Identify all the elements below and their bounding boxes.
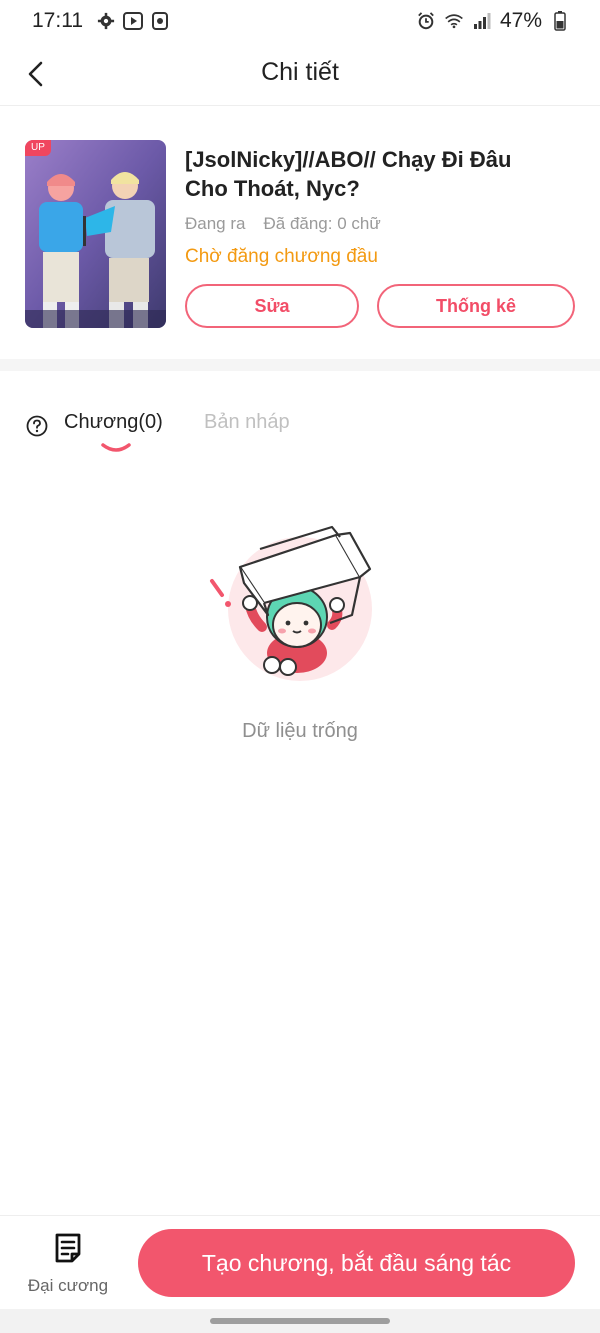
signal-icon — [472, 11, 492, 31]
home-indicator[interactable] — [210, 1318, 390, 1324]
book-info-card: UP [JsolNicky]//ABO// Chạy Đi Đâu Cho Th… — [0, 107, 600, 359]
book-status: Chờ đăng chương đầu — [185, 246, 378, 267]
section-divider — [0, 359, 600, 371]
book-title: [JsolNicky]//ABO// Chạy Đi Đâu Cho Thoát… — [185, 147, 512, 201]
edit-button[interactable]: Sửa — [185, 284, 359, 328]
tab-chapters[interactable]: Chương(0) — [64, 411, 163, 434]
bottom-action-bar: Đại cương Tạo chương, bắt đầu sáng tác — [0, 1215, 600, 1309]
book-detail-screen: 17:11 47% Chi tiết UP [JsolNicky]//ABO//… — [0, 0, 600, 1333]
stats-button[interactable]: Thống kê — [377, 284, 575, 328]
status-time: 17:11 — [32, 9, 83, 32]
outline-button[interactable]: Đại cương — [18, 1230, 118, 1300]
battery-icon — [550, 11, 570, 31]
status-right: 47% — [416, 9, 570, 33]
tab-active-indicator — [101, 443, 131, 452]
media-icon — [150, 11, 170, 31]
status-bar: 17:11 47% — [0, 0, 600, 42]
book-cover[interactable]: UP — [25, 140, 166, 328]
up-badge: UP — [25, 140, 51, 156]
gear-icon — [96, 11, 116, 31]
wifi-icon — [444, 11, 464, 31]
empty-box-illustration — [210, 525, 372, 681]
book-word-count: Đã đăng: 0 chữ — [263, 214, 381, 233]
book-cover-image — [25, 140, 166, 328]
chapter-tabs: Chương(0) Bản nháp — [0, 395, 600, 465]
help-icon[interactable] — [26, 415, 48, 437]
status-left-icons — [96, 11, 170, 31]
book-state: Đang ra — [185, 214, 246, 233]
page-title: Chi tiết — [261, 58, 339, 86]
battery-percent: 47% — [499, 9, 542, 32]
document-list-icon — [55, 1233, 81, 1263]
tab-drafts[interactable]: Bản nháp — [204, 411, 290, 434]
book-meta: Đang ra Đã đăng: 0 chữ — [185, 214, 381, 234]
youtube-icon — [123, 11, 143, 31]
header: Chi tiết — [0, 42, 600, 106]
alarm-icon — [416, 11, 436, 31]
outline-label: Đại cương — [27, 1276, 109, 1295]
empty-state-text: Dữ liệu trống — [242, 720, 358, 742]
system-nav-area — [0, 1309, 600, 1333]
create-chapter-button[interactable]: Tạo chương, bắt đầu sáng tác — [138, 1229, 575, 1297]
